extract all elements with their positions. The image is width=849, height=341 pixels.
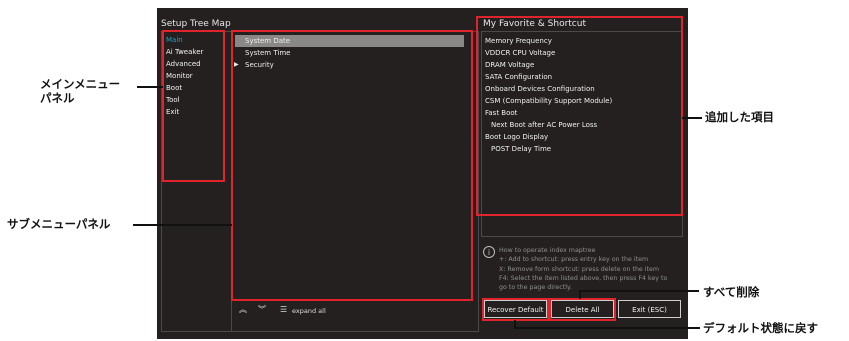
callout-line-default	[514, 327, 700, 329]
help-line: How to operate index maptree	[499, 247, 596, 254]
annotation-submenu: サブメニューパネル	[7, 217, 111, 231]
recover-default-highlight	[482, 298, 549, 321]
expand-down-icon[interactable]: ︾	[258, 304, 266, 315]
collapse-up-icon[interactable]: ︽	[239, 304, 247, 315]
callout-line-added	[682, 117, 702, 119]
callout-line-delete	[579, 290, 699, 292]
info-icon: i	[483, 246, 495, 258]
annotation-added-items: 追加した項目	[705, 110, 774, 124]
favorites-highlight	[476, 16, 683, 216]
callout-line-main-menu	[137, 86, 163, 88]
setup-tree-title: Setup Tree Map	[161, 19, 231, 29]
callout-line-submenu	[133, 224, 232, 226]
help-text: How to operate index maptree +: Add to s…	[499, 246, 687, 292]
exit-button[interactable]: Exit (ESC)	[618, 300, 681, 318]
help-line: F4: Select the item listed above, then p…	[499, 274, 668, 282]
annotation-main-menu-line1: メインメニュー	[40, 77, 121, 91]
annotation-restore-default: デフォルト状態に戻す	[703, 321, 818, 335]
delete-all-highlight	[549, 298, 616, 321]
expand-all-label[interactable]: expand all	[292, 307, 326, 315]
annotation-delete-all: すべて削除	[703, 285, 760, 299]
annotation-main-menu-line2: パネル	[40, 91, 75, 105]
help-line: +: Add to shortcut: press entry key on t…	[499, 256, 649, 264]
help-line: X: Remove form shortcut: press delete on…	[499, 265, 660, 273]
main-menu-highlight	[162, 30, 225, 182]
list-icon[interactable]: ☰	[280, 305, 287, 314]
submenu-highlight	[231, 30, 473, 301]
